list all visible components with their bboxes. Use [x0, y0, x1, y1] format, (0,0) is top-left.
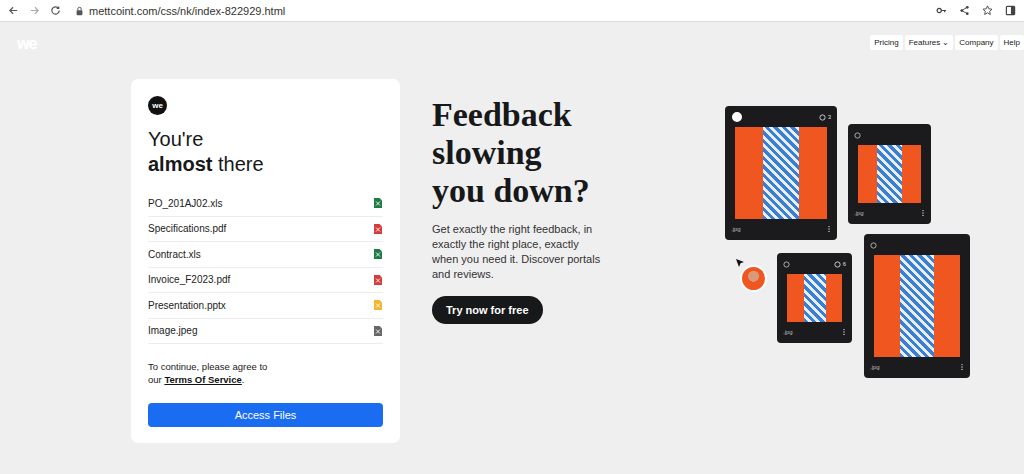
reload-icon[interactable]	[50, 5, 61, 16]
file-row[interactable]: Image.jpeg	[148, 319, 383, 345]
more-icon[interactable]	[921, 209, 925, 217]
comment-count: 6	[834, 261, 846, 268]
photo	[874, 255, 960, 357]
terms-link[interactable]: Terms Of Service	[164, 374, 241, 385]
photo	[787, 274, 842, 322]
card-header	[854, 129, 925, 141]
browser-window: mettcoint.com/css/nk/index-822929.html we…	[0, 0, 1024, 474]
main-content: we You'realmost there PO_201AJ02.xls Specif…	[0, 66, 1024, 474]
more-icon[interactable]	[960, 363, 964, 371]
card-footer: .jpg	[870, 361, 964, 373]
file-name: Presentation.pptx	[148, 300, 226, 311]
file-type-icon	[374, 198, 382, 208]
nav-item[interactable]: Company	[955, 35, 997, 50]
back-arrow-icon[interactable]	[8, 5, 19, 16]
headline: Feedbackslowingyou down?	[432, 96, 702, 210]
nav-item[interactable]: Pricing	[870, 35, 902, 50]
file-name: Contract.xls	[148, 249, 201, 260]
avatar	[740, 265, 767, 292]
file-row[interactable]: Contract.xls	[148, 242, 383, 268]
card-footer: .jpg	[854, 207, 925, 219]
file-type-icon	[374, 249, 382, 259]
file-type-icon	[374, 300, 382, 310]
file-type-icon	[374, 326, 382, 336]
url-text[interactable]: mettcoint.com/css/nk/index-822929.html	[89, 5, 285, 17]
lock-icon	[75, 6, 84, 16]
file-extension: .jpg	[854, 210, 864, 216]
access-files-button[interactable]: Access Files	[148, 403, 383, 427]
card-header	[870, 239, 964, 251]
file-name: PO_201AJ02.xls	[148, 198, 223, 209]
status-icon	[783, 261, 790, 268]
cursor-icon	[735, 258, 745, 268]
preview-card[interactable]: 6 .jpg	[777, 253, 852, 343]
nav-item[interactable]: Features⌄	[905, 35, 954, 50]
preview-card[interactable]: .jpg	[864, 234, 970, 378]
hero-text: Get exactly the right feedback, in exact…	[432, 222, 606, 282]
record-badge	[729, 109, 745, 125]
preview-card[interactable]: .jpg	[848, 124, 931, 224]
file-extension: .jpg	[783, 329, 793, 335]
share-icon[interactable]	[959, 5, 970, 16]
download-card: we You'realmost there PO_201AJ02.xls Specif…	[131, 79, 400, 443]
more-icon[interactable]	[827, 225, 831, 233]
preview-card[interactable]: 3 .jpg	[725, 106, 837, 240]
file-type-icon	[374, 224, 382, 234]
star-icon[interactable]	[982, 5, 993, 16]
forward-arrow-icon[interactable]	[29, 5, 40, 16]
file-row[interactable]: Presentation.pptx	[148, 293, 383, 319]
site-nav: PricingFeatures⌄CompanyHelp	[870, 35, 1024, 50]
nav-item[interactable]: Help	[1000, 35, 1024, 50]
page: we PricingFeatures⌄CompanyHelp we You'realm…	[0, 22, 1024, 474]
comment-icon	[819, 114, 826, 121]
photo	[735, 127, 827, 219]
key-icon[interactable]	[936, 5, 947, 16]
card-header: 3	[731, 111, 831, 123]
file-row[interactable]: PO_201AJ02.xls	[148, 191, 383, 217]
file-name: Image.jpeg	[148, 325, 197, 336]
status-icon	[854, 132, 861, 139]
site-header: we PricingFeatures⌄CompanyHelp	[0, 22, 1024, 66]
consent-text: To continue, please agree to our Terms O…	[148, 360, 278, 386]
file-type-icon	[374, 275, 382, 285]
comment-count: 3	[819, 114, 831, 121]
sidebar-icon[interactable]	[1005, 5, 1016, 16]
toolbar-actions	[936, 5, 1016, 16]
browser-toolbar: mettcoint.com/css/nk/index-822929.html	[0, 0, 1024, 22]
card-header: 6	[783, 258, 846, 270]
file-row[interactable]: Specifications.pdf	[148, 217, 383, 243]
file-list: PO_201AJ02.xls Specifications.pdf Contract…	[148, 191, 383, 344]
gallery-collage: 3 .jpg .jpg 6 .jpg .jpg	[720, 79, 1024, 474]
hero: Feedbackslowingyou down? Get exactly the …	[432, 79, 702, 474]
site-logo[interactable]: we	[17, 35, 36, 53]
comment-icon	[834, 261, 841, 268]
file-extension: .jpg	[870, 364, 880, 370]
card-footer: .jpg	[783, 326, 846, 338]
file-row[interactable]: Invoice_F2023.pdf	[148, 268, 383, 294]
photo	[858, 145, 921, 203]
card-title: You'realmost there	[148, 127, 383, 177]
file-name: Invoice_F2023.pdf	[148, 274, 230, 285]
status-icon	[870, 242, 877, 249]
file-name: Specifications.pdf	[148, 223, 226, 234]
card-footer: .jpg	[731, 223, 831, 235]
address-bar[interactable]: mettcoint.com/css/nk/index-822929.html	[71, 5, 926, 17]
more-icon[interactable]	[842, 328, 846, 336]
try-free-button[interactable]: Try now for free	[432, 296, 543, 324]
file-extension: .jpg	[731, 226, 741, 232]
card-logo: we	[148, 96, 167, 115]
